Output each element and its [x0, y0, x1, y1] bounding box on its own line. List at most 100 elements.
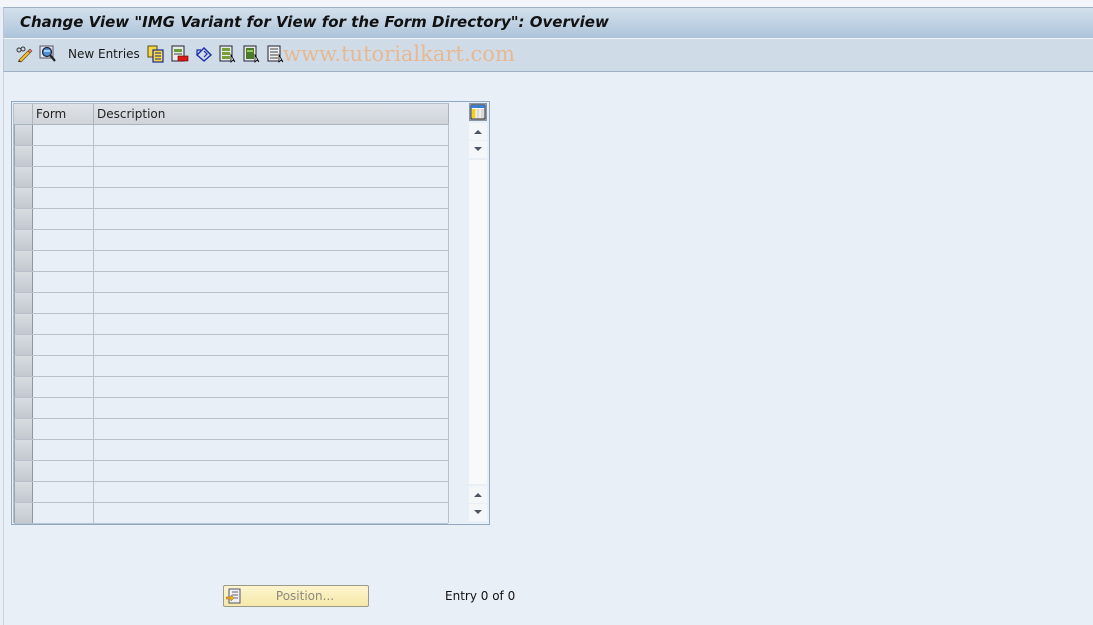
cell-description[interactable] — [94, 482, 449, 502]
cell-form[interactable] — [33, 293, 94, 313]
table-row — [14, 461, 449, 482]
table-row — [14, 419, 449, 440]
scroll-track[interactable] — [469, 160, 487, 484]
cell-description[interactable] — [94, 272, 449, 292]
table-body — [14, 125, 449, 524]
vertical-scrollbar[interactable] — [469, 122, 487, 522]
row-selector[interactable] — [14, 188, 33, 208]
cell-form[interactable] — [33, 335, 94, 355]
row-selector[interactable] — [14, 272, 33, 292]
cell-description[interactable] — [94, 335, 449, 355]
triangle-up-icon — [474, 130, 482, 134]
scroll-down-button[interactable] — [469, 141, 487, 158]
column-header-description[interactable]: Description — [94, 104, 449, 124]
cell-description[interactable] — [94, 188, 449, 208]
new-entries-button[interactable]: New Entries — [68, 47, 140, 61]
row-selector[interactable] — [14, 482, 33, 502]
cell-form[interactable] — [33, 314, 94, 334]
select-block-icon[interactable] — [243, 45, 261, 63]
cell-form[interactable] — [33, 440, 94, 460]
cell-description[interactable] — [94, 419, 449, 439]
scroll-page-down-button[interactable] — [469, 504, 487, 521]
cell-form[interactable] — [33, 167, 94, 187]
table-row — [14, 482, 449, 503]
row-selector[interactable] — [14, 167, 33, 187]
table-grid: Form Description — [13, 103, 449, 524]
cell-form[interactable] — [33, 125, 94, 145]
cell-description[interactable] — [94, 440, 449, 460]
cell-description[interactable] — [94, 167, 449, 187]
table-row — [14, 230, 449, 251]
table-row — [14, 251, 449, 272]
cell-form[interactable] — [33, 461, 94, 481]
undo-change-icon[interactable] — [195, 45, 213, 63]
cell-description[interactable] — [94, 461, 449, 481]
scroll-page-up-button[interactable] — [469, 123, 487, 140]
cell-description[interactable] — [94, 146, 449, 166]
cell-form[interactable] — [33, 398, 94, 418]
triangle-down-icon — [474, 147, 482, 151]
table-row — [14, 356, 449, 377]
cell-form[interactable] — [33, 251, 94, 271]
row-selector[interactable] — [14, 230, 33, 250]
row-selector[interactable] — [14, 125, 33, 145]
scroll-up-button[interactable] — [469, 486, 487, 503]
row-selector[interactable] — [14, 209, 33, 229]
display-change-icon[interactable] — [15, 45, 33, 63]
title-bar: Change View "IMG Variant for View for th… — [3, 7, 1093, 38]
column-config-icon[interactable] — [469, 103, 487, 121]
table-row — [14, 398, 449, 419]
table-control: Form Description — [11, 101, 490, 525]
cell-form[interactable] — [33, 272, 94, 292]
table-row — [14, 272, 449, 293]
cell-description[interactable] — [94, 503, 449, 523]
cell-description[interactable] — [94, 209, 449, 229]
row-selector[interactable] — [14, 146, 33, 166]
cell-description[interactable] — [94, 356, 449, 376]
cell-form[interactable] — [33, 419, 94, 439]
row-selector[interactable] — [14, 398, 33, 418]
row-selector[interactable] — [14, 440, 33, 460]
cell-form[interactable] — [33, 209, 94, 229]
cell-form[interactable] — [33, 146, 94, 166]
cell-description[interactable] — [94, 398, 449, 418]
select-all-rows-cell[interactable] — [14, 104, 33, 124]
copy-as-icon[interactable] — [147, 45, 165, 63]
cell-description[interactable] — [94, 251, 449, 271]
row-selector[interactable] — [14, 251, 33, 271]
row-selector[interactable] — [14, 503, 33, 523]
triangle-up-icon — [474, 493, 482, 497]
row-selector[interactable] — [14, 314, 33, 334]
cell-description[interactable] — [94, 125, 449, 145]
cell-form[interactable] — [33, 482, 94, 502]
find-icon[interactable] — [39, 45, 57, 63]
cell-form[interactable] — [33, 356, 94, 376]
deselect-all-icon[interactable] — [267, 45, 285, 63]
table-header: Form Description — [14, 104, 449, 125]
cell-form[interactable] — [33, 230, 94, 250]
cell-form[interactable] — [33, 188, 94, 208]
table-row — [14, 167, 449, 188]
table-row — [14, 146, 449, 167]
cell-form[interactable] — [33, 377, 94, 397]
row-selector[interactable] — [14, 419, 33, 439]
row-selector[interactable] — [14, 335, 33, 355]
cell-description[interactable] — [94, 230, 449, 250]
position-button[interactable]: Position... — [223, 585, 369, 607]
cell-form[interactable] — [33, 503, 94, 523]
cell-description[interactable] — [94, 293, 449, 313]
table-row — [14, 125, 449, 146]
row-selector[interactable] — [14, 293, 33, 313]
select-all-icon[interactable] — [219, 45, 237, 63]
window-top-strip — [0, 0, 1093, 7]
table-row — [14, 377, 449, 398]
row-selector[interactable] — [14, 377, 33, 397]
table-row — [14, 188, 449, 209]
row-selector[interactable] — [14, 461, 33, 481]
table-row — [14, 209, 449, 230]
column-header-form[interactable]: Form — [33, 104, 94, 124]
cell-description[interactable] — [94, 314, 449, 334]
delete-icon[interactable] — [171, 45, 189, 63]
cell-description[interactable] — [94, 377, 449, 397]
row-selector[interactable] — [14, 356, 33, 376]
